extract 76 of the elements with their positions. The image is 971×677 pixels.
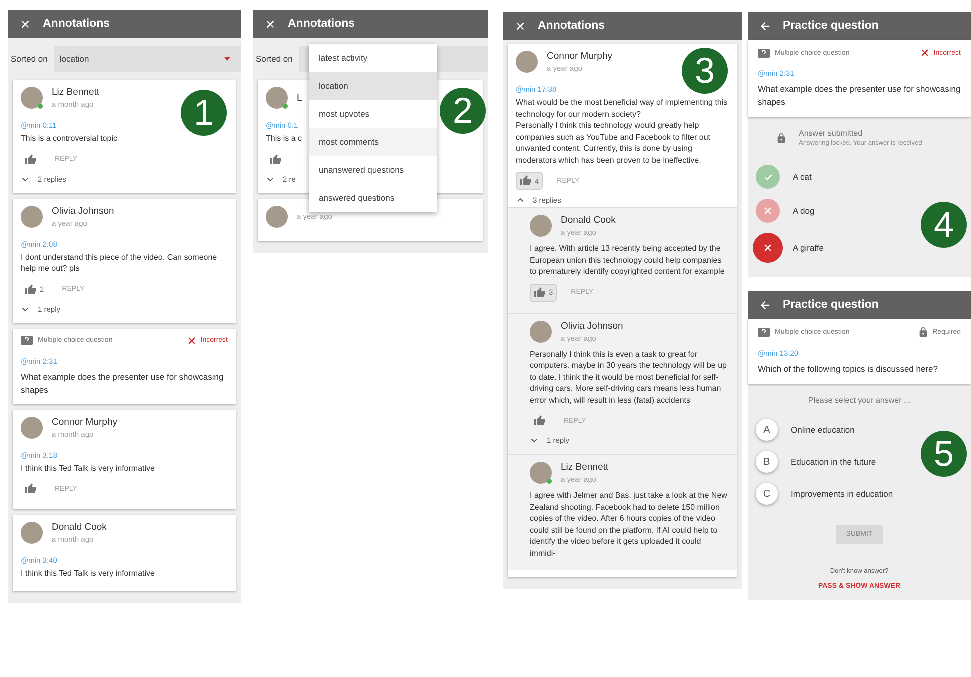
thumbs-up-icon xyxy=(520,175,532,187)
thumbs-up-icon xyxy=(270,154,282,166)
cross-icon xyxy=(763,206,773,216)
lock-icon xyxy=(918,327,929,338)
option-button[interactable]: B xyxy=(756,451,778,473)
answer-label: A giraffe xyxy=(793,243,824,253)
panel-title: Practice question xyxy=(783,20,879,32)
caret-icon xyxy=(224,57,231,61)
online-dot xyxy=(547,479,552,484)
thumbs-up-icon xyxy=(534,415,546,427)
menu-item[interactable]: most upvotes xyxy=(309,100,437,128)
back-button[interactable] xyxy=(760,20,771,32)
cross-icon xyxy=(186,336,197,346)
answer-label: Education in the future xyxy=(791,457,876,467)
panel-title: Annotations xyxy=(538,20,606,32)
menu-item[interactable]: location xyxy=(309,72,437,100)
author-name: Connor Murphy xyxy=(52,416,118,428)
close-button[interactable] xyxy=(515,20,526,32)
comment-text: I think this Ted Talk is very informative xyxy=(21,462,155,474)
submitted-title: Answer submitted xyxy=(799,129,864,138)
answer-label: Online education xyxy=(791,425,855,435)
sort-label: Sorted on xyxy=(256,54,293,64)
lock-icon xyxy=(776,132,787,144)
answer-prompt: Please select your answer ... xyxy=(807,395,912,407)
menu-item[interactable]: most comments xyxy=(309,128,437,156)
comment-text: I think this Ted Talk is very informative xyxy=(21,568,155,580)
close-button[interactable] xyxy=(265,18,276,30)
thumbs-up-icon xyxy=(25,154,37,166)
comment-text: Personally I think this is even a task to great for computers. maybe in 30 years the technology will be up to date. I think the it would be most beneficial for self-driving cars. More self-driving cars means less human error which, will result in less (fatal) accidents xyxy=(530,348,728,406)
author-name: Olivia Johnson xyxy=(561,320,624,332)
back-arrow-icon xyxy=(760,300,771,310)
author-name: Connor Murphy xyxy=(547,51,612,62)
option-button[interactable]: C xyxy=(756,483,778,505)
cross-icon xyxy=(920,48,930,58)
close-icon xyxy=(20,18,31,30)
author-name: Liz Bennett xyxy=(52,87,100,98)
question-text: What example does the presenter use for showcasing shapes xyxy=(21,370,225,396)
comment-text: I agree with Jelmer and Bas. just take a look at the New Zealand shooting. Facebook had to delete 150 million copies of the video. After 6 hours copies of the video could still be found on the platform. If AI could help to identify the video before it gets uploaded it could immidi- xyxy=(530,490,728,559)
panel-title: Annotations xyxy=(43,18,110,30)
option-button[interactable]: A xyxy=(756,419,778,441)
menu-item[interactable]: answered questions xyxy=(309,184,437,212)
question-text: Which of the following topics is discussed here? xyxy=(758,363,940,376)
sort-label: Sorted on xyxy=(11,54,48,64)
comment-text: I agree. With article 13 recently being accepted by the European union this technology could help companies to prematurely identify copyrighted content for example xyxy=(530,243,726,278)
question-text: What example does the presenter use for showcasing shapes xyxy=(758,83,961,109)
close-icon xyxy=(515,20,526,32)
question-icon xyxy=(758,48,770,58)
close-icon xyxy=(265,18,276,30)
thumbs-up-icon xyxy=(534,286,546,298)
cross-icon xyxy=(763,243,773,253)
thumbs-up-icon xyxy=(25,483,37,495)
online-dot xyxy=(283,104,288,109)
author-name: Liz Bennett xyxy=(561,462,609,473)
menu-item[interactable]: unanswered questions xyxy=(309,156,437,184)
back-arrow-icon xyxy=(760,20,771,32)
comment-text: What would be the most beneficial way of implementing this technology for our modern society? Personally I think this technology would greatly help companies such as YouTube and Facebook to filter out unwanted content. Currently, this is done by using moderators which has been proven to be ineffective. xyxy=(516,97,729,166)
author-name: Donald Cook xyxy=(561,215,616,226)
comment-text: I dont understand this piece of the video. Can someone help me out? pls xyxy=(21,252,218,274)
question-icon xyxy=(21,336,33,345)
comment-text: This is a c xyxy=(266,133,302,144)
comment-text: This is a controversial topic xyxy=(21,133,118,144)
panel-title: Annotations xyxy=(288,18,356,30)
author-name: L xyxy=(297,92,302,104)
online-dot xyxy=(38,104,43,109)
answer-label: A dog xyxy=(793,206,815,216)
thumbs-up-icon xyxy=(25,284,37,296)
answer-label: Improvements in education xyxy=(791,489,894,499)
answer-label: A cat xyxy=(793,172,812,182)
sort-select[interactable]: location xyxy=(54,46,241,72)
panel-title: Practice question xyxy=(783,299,879,311)
menu-item[interactable]: latest activity xyxy=(309,44,437,72)
close-button[interactable] xyxy=(20,18,31,30)
author-name: Donald Cook xyxy=(52,522,107,533)
author-name: Olivia Johnson xyxy=(52,206,114,216)
back-button[interactable] xyxy=(760,300,771,310)
question-icon xyxy=(758,328,770,337)
